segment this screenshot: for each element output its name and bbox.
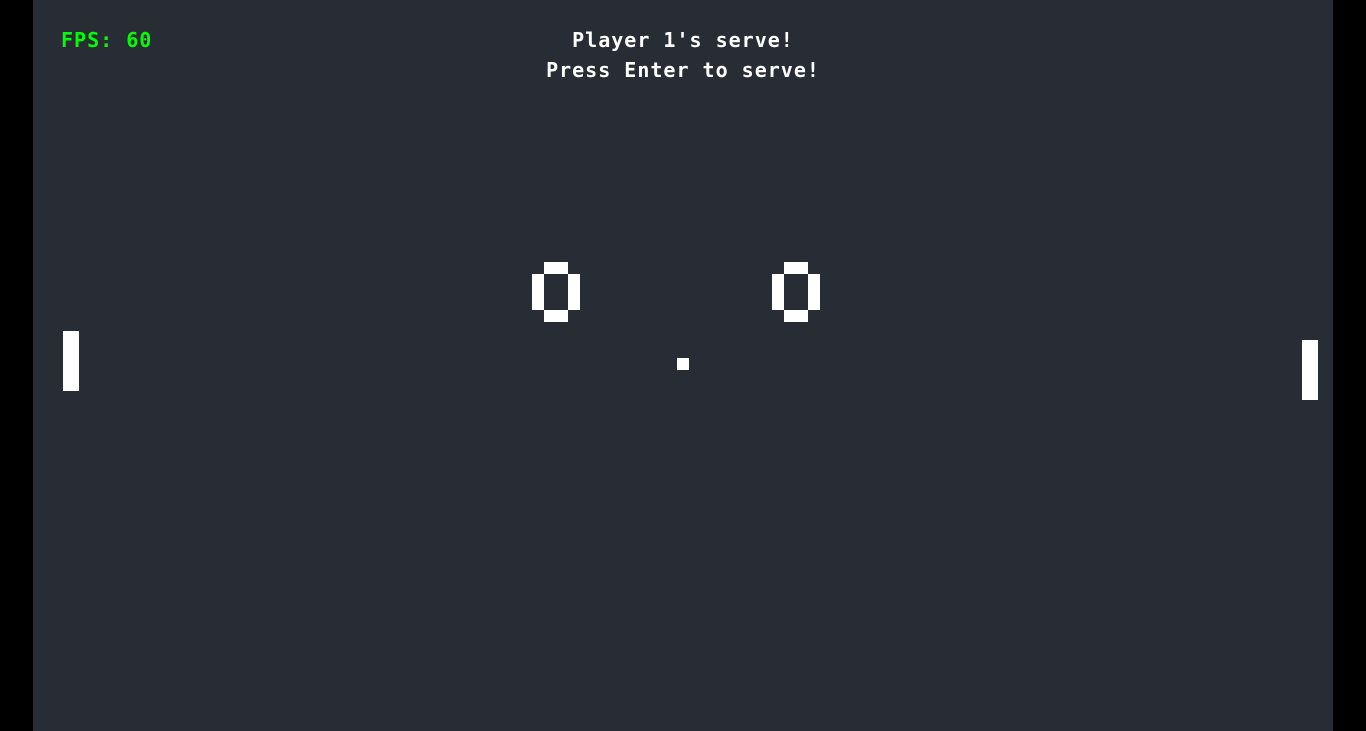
player2-score-digit-zero bbox=[772, 262, 820, 322]
player1-score-digit-zero bbox=[532, 262, 580, 322]
pong-game-canvas[interactable]: FPS: 60 Player 1's serve! Press Enter to… bbox=[33, 0, 1333, 731]
letterbox-left bbox=[0, 0, 33, 731]
player1-paddle bbox=[63, 331, 79, 391]
player2-paddle bbox=[1302, 340, 1318, 400]
player2-score-value: 0 bbox=[772, 322, 773, 323]
serve-status-message: Player 1's serve! bbox=[572, 28, 794, 52]
letterbox-right bbox=[1333, 0, 1366, 731]
player2-score: 0 bbox=[772, 262, 820, 322]
player1-score-value: 0 bbox=[532, 322, 533, 323]
ball bbox=[677, 358, 689, 370]
serve-instruction-message: Press Enter to serve! bbox=[546, 58, 820, 82]
player1-score: 0 bbox=[532, 262, 580, 322]
